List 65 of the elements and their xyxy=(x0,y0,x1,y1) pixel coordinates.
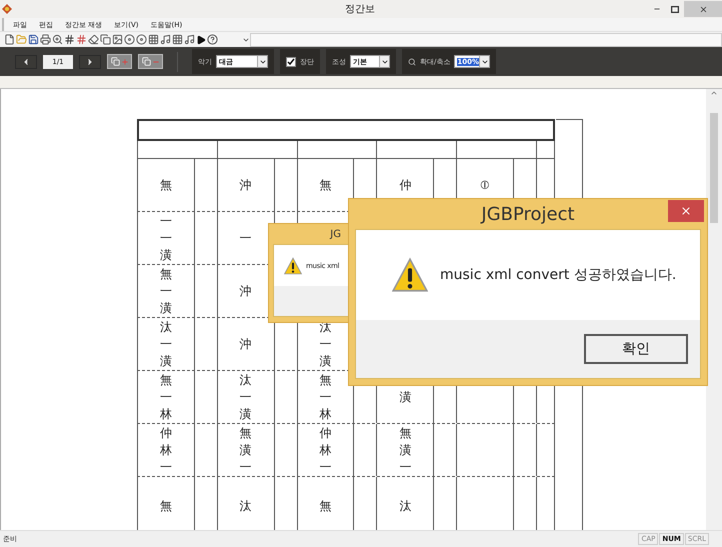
score-note: 潢 xyxy=(399,388,412,406)
grid-icon[interactable] xyxy=(64,34,75,45)
toolbar-field[interactable] xyxy=(250,32,722,46)
warning-icon xyxy=(284,256,302,274)
table-icon[interactable] xyxy=(172,34,183,45)
score-note: 仲林一 xyxy=(160,424,172,476)
score-note: 無潢一 xyxy=(399,424,412,476)
score-note: 無一林 xyxy=(320,372,332,422)
score-note: 沖 xyxy=(240,336,252,352)
warning-icon xyxy=(392,257,428,293)
plus-icon xyxy=(120,58,128,66)
page-icon xyxy=(142,57,150,66)
window-title: 정간보 xyxy=(344,3,376,16)
disc-icon[interactable] xyxy=(136,34,147,45)
check-icon xyxy=(287,58,295,66)
score-note: ⦶ xyxy=(480,176,491,194)
scrollbar[interactable] xyxy=(706,89,722,530)
next-page-button[interactable] xyxy=(79,54,101,68)
score-note: 沖 xyxy=(240,282,252,300)
score-note: 汰一潢 xyxy=(160,318,172,370)
save-icon[interactable] xyxy=(28,34,39,45)
score-note: 無 xyxy=(160,176,172,194)
copy-icon[interactable] xyxy=(100,34,111,45)
new-file-icon[interactable] xyxy=(4,34,15,45)
music-icon[interactable] xyxy=(184,34,195,45)
app-logo-icon xyxy=(2,4,12,14)
scrollbar-thumb[interactable] xyxy=(710,113,718,223)
close-icon xyxy=(680,205,692,217)
score-note: 一 xyxy=(240,230,252,246)
score-note: 一一潢 xyxy=(160,212,172,264)
score-note: 仲林一 xyxy=(320,424,332,476)
score-note: 無 xyxy=(320,498,332,515)
close-icon xyxy=(698,4,708,14)
print-icon[interactable] xyxy=(40,34,51,45)
score-note: 仲 xyxy=(399,176,412,194)
dialog-title: JG xyxy=(330,228,341,240)
maximize-icon xyxy=(671,6,679,12)
score-note: 汰一潢 xyxy=(240,372,252,422)
score-note: 無 xyxy=(320,176,332,194)
score-note: 汰 xyxy=(240,498,252,515)
score-note: 無一潢 xyxy=(160,266,172,316)
image-icon[interactable] xyxy=(112,34,123,45)
table-icon[interactable] xyxy=(148,34,159,45)
score-note: 汰 xyxy=(399,498,412,515)
score-note: 無一林 xyxy=(160,372,172,422)
score-note: 沖 xyxy=(240,176,252,194)
music-icon[interactable] xyxy=(160,34,171,45)
jangdan-checkbox[interactable] xyxy=(286,56,296,66)
disc-icon[interactable] xyxy=(124,34,135,45)
play-icon[interactable] xyxy=(196,34,206,44)
search-icon xyxy=(408,58,416,66)
score-note: 無潢一 xyxy=(240,424,252,476)
zoom-icon[interactable] xyxy=(52,34,63,45)
remove-page-button[interactable] xyxy=(138,54,163,69)
help-icon[interactable] xyxy=(207,34,218,45)
add-page-button[interactable] xyxy=(107,54,132,69)
scroll-up-icon[interactable] xyxy=(710,89,718,97)
page-icon xyxy=(110,57,120,66)
close-button[interactable] xyxy=(668,200,704,222)
previous-page-button[interactable] xyxy=(15,54,37,68)
eraser-icon[interactable] xyxy=(88,34,99,45)
dialog-message: music xml convert 성공하였습니다. xyxy=(440,266,676,284)
ok-button[interactable]: 확인 xyxy=(584,334,688,364)
score-note: 無 xyxy=(160,498,172,515)
dialog-title: JGBProject xyxy=(481,204,575,224)
